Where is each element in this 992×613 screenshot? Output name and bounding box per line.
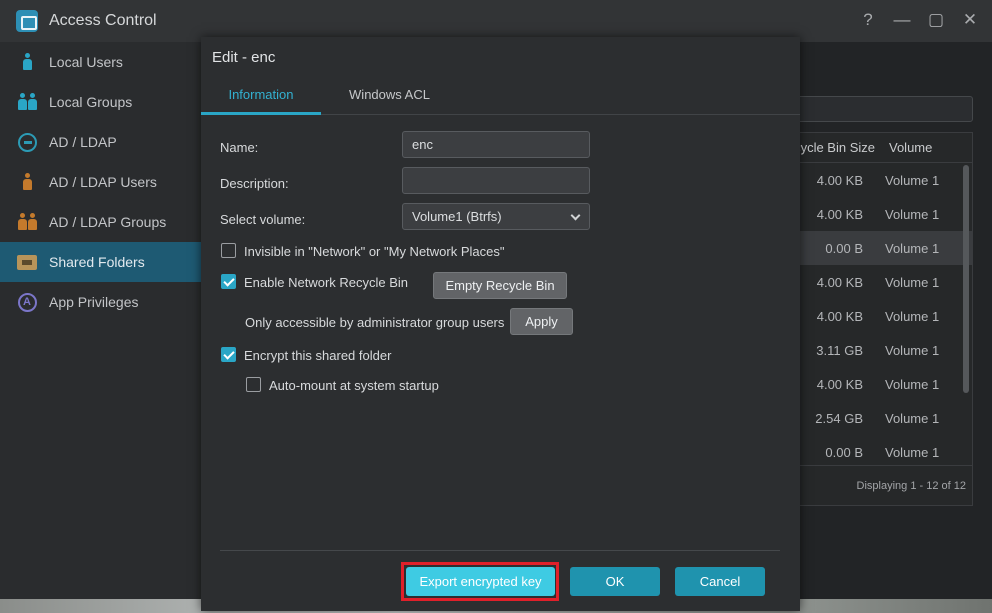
edit-shared-folder-dialog: Edit - enc Information Windows ACL Name:… bbox=[201, 37, 800, 611]
sidebar-item-local-groups[interactable]: Local Groups bbox=[0, 82, 205, 122]
tab-windows-acl[interactable]: Windows ACL bbox=[321, 79, 458, 115]
table-scrollbar[interactable] bbox=[963, 165, 969, 393]
access-control-app-icon bbox=[16, 10, 38, 32]
search-input[interactable] bbox=[795, 96, 973, 122]
sidebar-item-label: AD / LDAP Groups bbox=[49, 214, 167, 230]
sidebar-item-label: Shared Folders bbox=[49, 254, 145, 270]
row-volume: Volume 1 bbox=[885, 274, 940, 290]
row-volume: Volume 1 bbox=[885, 410, 940, 426]
sidebar-item-label: Local Groups bbox=[49, 94, 133, 110]
automount-label: Auto-mount at system startup bbox=[269, 378, 439, 393]
ad-group-icon bbox=[17, 212, 37, 232]
sidebar-item-label: AD / LDAP bbox=[49, 134, 117, 150]
tab-information[interactable]: Information bbox=[201, 79, 321, 115]
sidebar-item-ad-ldap-groups[interactable]: AD / LDAP Groups bbox=[0, 202, 205, 242]
row-volume: Volume 1 bbox=[885, 172, 940, 188]
column-volume[interactable]: Volume bbox=[881, 140, 932, 155]
folder-icon bbox=[17, 252, 37, 272]
close-icon[interactable]: ✕ bbox=[960, 10, 980, 30]
row-volume: Volume 1 bbox=[885, 240, 940, 256]
group-icon bbox=[17, 92, 37, 112]
key-icon bbox=[17, 132, 37, 152]
description-label: Description: bbox=[220, 176, 289, 191]
automount-checkbox[interactable] bbox=[246, 377, 261, 392]
ok-button[interactable]: OK bbox=[570, 567, 660, 596]
encrypt-checkbox[interactable] bbox=[221, 347, 236, 362]
volume-select[interactable]: Volume1 (Btrfs) bbox=[402, 203, 590, 230]
sidebar-item-local-users[interactable]: Local Users bbox=[0, 42, 205, 82]
help-icon[interactable]: ? bbox=[858, 10, 878, 30]
encrypt-label: Encrypt this shared folder bbox=[244, 348, 392, 363]
dialog-title: Edit - enc bbox=[212, 49, 276, 66]
volume-select-value: Volume1 (Btrfs) bbox=[412, 209, 502, 224]
name-field[interactable]: enc bbox=[402, 131, 590, 158]
sidebar-item-label: App Privileges bbox=[49, 294, 139, 310]
select-volume-label: Select volume: bbox=[220, 212, 306, 227]
cancel-button[interactable]: Cancel bbox=[675, 567, 765, 596]
sidebar-item-shared-folders[interactable]: Shared Folders bbox=[0, 242, 205, 282]
privileges-icon: A bbox=[17, 292, 37, 312]
apply-button[interactable]: Apply bbox=[510, 308, 573, 335]
sidebar-item-label: AD / LDAP Users bbox=[49, 174, 157, 190]
empty-recycle-bin-button[interactable]: Empty Recycle Bin bbox=[433, 272, 567, 299]
name-label: Name: bbox=[220, 140, 259, 155]
sidebar: Local Users Local Groups AD / LDAP AD / … bbox=[0, 42, 205, 613]
row-volume: Volume 1 bbox=[885, 342, 940, 358]
sidebar-item-ad-ldap[interactable]: AD / LDAP bbox=[0, 122, 205, 162]
maximize-icon[interactable]: ▢ bbox=[926, 10, 946, 30]
admin-only-label: Only accessible by administrator group u… bbox=[245, 315, 505, 330]
footer-divider bbox=[220, 550, 780, 551]
invisible-label: Invisible in "Network" or "My Network Pl… bbox=[244, 244, 505, 259]
chevron-down-icon bbox=[570, 210, 581, 221]
recycle-bin-label: Enable Network Recycle Bin bbox=[244, 275, 409, 290]
description-field[interactable] bbox=[402, 167, 590, 194]
ad-user-icon bbox=[17, 172, 37, 192]
window-titlebar: Access Control ? — ▢ ✕ bbox=[0, 0, 992, 42]
highlight-box bbox=[401, 562, 559, 601]
row-volume: Volume 1 bbox=[885, 376, 940, 392]
sidebar-item-label: Local Users bbox=[49, 54, 123, 70]
row-volume: Volume 1 bbox=[885, 206, 940, 222]
sidebar-item-app-privileges[interactable]: A App Privileges bbox=[0, 282, 205, 322]
sidebar-item-ad-ldap-users[interactable]: AD / LDAP Users bbox=[0, 162, 205, 202]
window-title: Access Control bbox=[49, 12, 157, 29]
recycle-bin-checkbox[interactable] bbox=[221, 274, 236, 289]
row-volume: Volume 1 bbox=[885, 308, 940, 324]
minimize-icon[interactable]: — bbox=[892, 10, 912, 30]
dialog-tabs: Information Windows ACL bbox=[201, 79, 800, 115]
user-icon bbox=[17, 52, 37, 72]
invisible-checkbox[interactable] bbox=[221, 243, 236, 258]
row-volume: Volume 1 bbox=[885, 444, 940, 460]
